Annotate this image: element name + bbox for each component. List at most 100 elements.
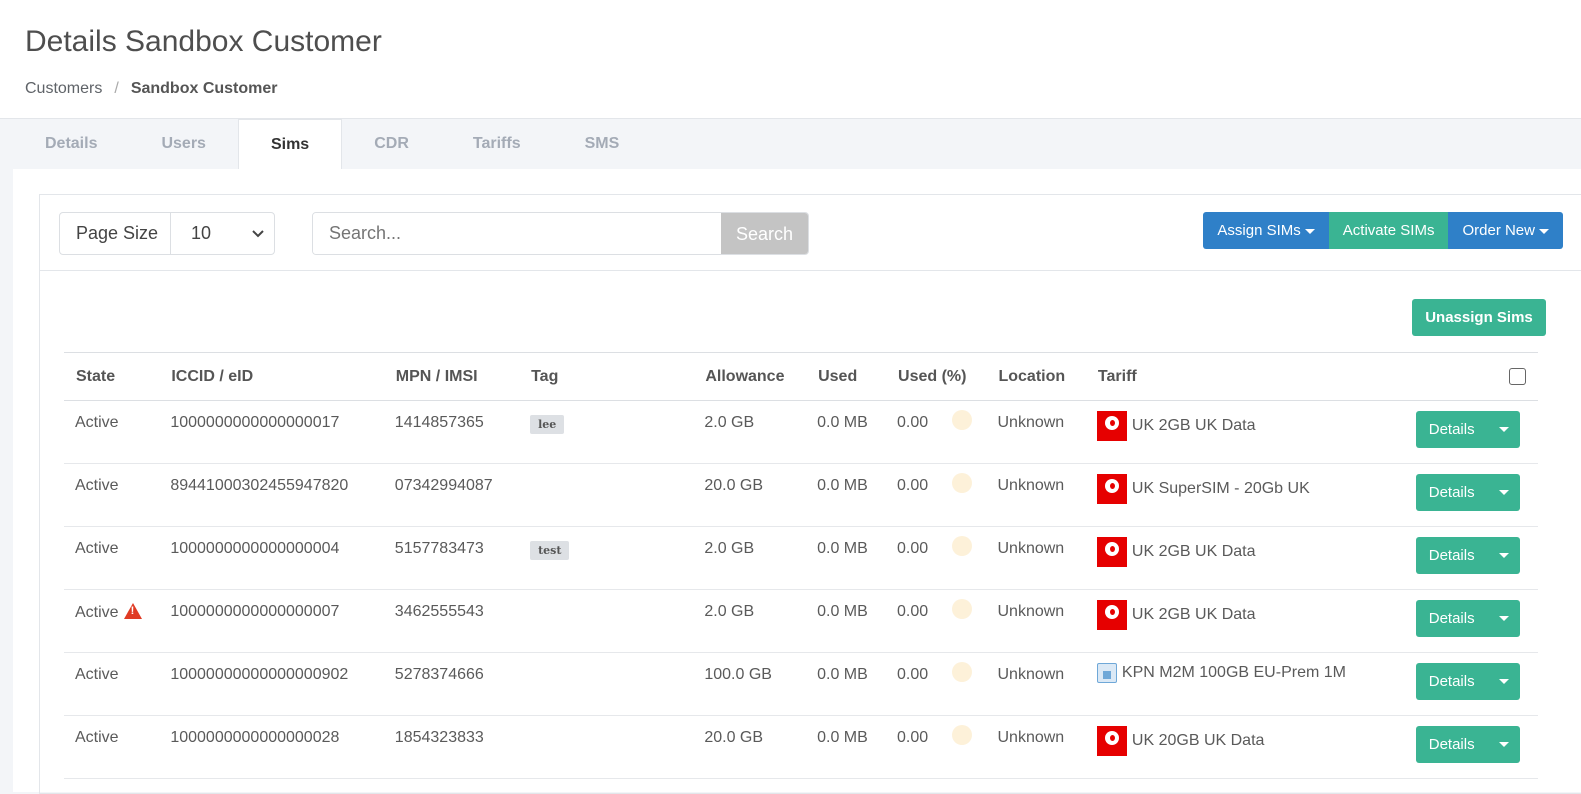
state-cell: Active <box>64 652 160 716</box>
warning-icon <box>123 603 142 619</box>
tab-details[interactable]: Details <box>13 119 129 170</box>
breadcrumb-customers[interactable]: Customers <box>25 80 102 98</box>
tariff-name: UK 2GB UK Data <box>1131 543 1256 560</box>
tag-cell <box>519 463 694 527</box>
details-dropdown-toggle[interactable] <box>1488 474 1520 511</box>
column-header-location[interactable]: Location <box>986 352 1086 401</box>
used-cell: 0.0 MB <box>806 526 887 590</box>
column-header-state[interactable]: State <box>64 352 160 401</box>
page-size-value: 10 <box>191 223 212 243</box>
tariff-cell: UK SuperSIM - 20Gb UK <box>1085 463 1405 527</box>
details-button[interactable]: Details <box>1415 537 1520 574</box>
page-size-select[interactable]: 10 <box>171 213 274 254</box>
select-all-checkbox[interactable] <box>1509 367 1526 385</box>
usage-indicator-icon <box>952 598 973 619</box>
page-size-control: Page Size 10 <box>59 212 275 255</box>
used-pct-value: 0.00 <box>897 729 929 746</box>
column-header-tariff[interactable]: Tariff <box>1085 352 1405 401</box>
tariff-cell: UK 20GB UK Data <box>1085 715 1405 779</box>
sim-actions-group: Assign SIMs Activate SIMs Order New <box>1203 212 1563 249</box>
details-dropdown-toggle[interactable] <box>1488 726 1520 763</box>
tariff-cell: UK 2GB UK Data <box>1085 526 1405 590</box>
actions-cell: Details <box>1404 715 1538 779</box>
allowance-cell: 2.0 GB <box>693 589 807 653</box>
sim-tag[interactable]: lee <box>530 415 565 434</box>
iccid-cell: 89441000302455947820 <box>159 463 384 527</box>
iccid-cell: 1000000000000000017 <box>159 400 384 464</box>
unassign-sims-button[interactable]: Unassign Sims <box>1412 299 1546 336</box>
sim-state: Active <box>75 604 119 621</box>
tab-cdr[interactable]: CDR <box>342 119 441 170</box>
table-row: Active 1000000000000000028 1854323833 20… <box>64 715 1538 779</box>
column-header-tag[interactable]: Tag <box>519 352 694 401</box>
details-button[interactable]: Details <box>1415 411 1520 448</box>
details-dropdown-toggle[interactable] <box>1488 537 1520 574</box>
tariff-cell: UK 2GB UK Data <box>1085 589 1405 653</box>
table-row: Active 89441000302455947820 07342994087 … <box>64 463 1538 527</box>
breadcrumb: Customers / Sandbox Customer <box>25 80 1556 98</box>
search-button[interactable]: Search <box>721 213 808 254</box>
details-dropdown-toggle[interactable] <box>1488 600 1520 637</box>
activate-sims-button[interactable]: Activate SIMs <box>1328 212 1449 249</box>
iccid-cell: 1000000000000000004 <box>159 526 384 590</box>
mpn-cell: 3462555543 <box>383 589 520 653</box>
sim-state: Active <box>75 540 119 557</box>
assign-sims-label: Assign SIMs <box>1217 222 1301 239</box>
column-header-iccid[interactable]: ICCID / eID <box>159 352 384 401</box>
state-cell: Active <box>64 400 160 464</box>
sims-table: State ICCID / eID MPN / IMSI Tag Allowan… <box>64 352 1538 779</box>
used-pct-value: 0.00 <box>897 477 929 494</box>
iccid-cell: 10000000000000000902 <box>159 652 384 716</box>
usage-indicator-icon <box>952 724 973 745</box>
page-header: Details Sandbox Customer Customers / San… <box>0 0 1581 119</box>
table-row: Active 10000000000000000902 5278374666 1… <box>64 652 1538 716</box>
details-button[interactable]: Details <box>1415 600 1520 637</box>
actions-cell: Details <box>1404 589 1538 653</box>
used-cell: 0.0 MB <box>806 400 887 464</box>
column-header-select <box>1404 352 1538 401</box>
sim-state: Active <box>75 414 119 431</box>
tab-tariffs[interactable]: Tariffs <box>441 119 553 170</box>
details-button[interactable]: Details <box>1415 663 1520 700</box>
used-pct-cell: 0.00 <box>886 589 987 653</box>
assign-sims-button[interactable]: Assign SIMs <box>1203 212 1329 249</box>
mpn-cell: 1414857365 <box>383 400 520 464</box>
allowance-cell: 2.0 GB <box>693 400 807 464</box>
actions-cell: Details <box>1404 463 1538 527</box>
state-cell: Active <box>64 526 160 590</box>
column-header-used-pct[interactable]: Used (%) <box>886 352 987 401</box>
mpn-cell: 07342994087 <box>383 463 520 527</box>
details-button[interactable]: Details <box>1415 474 1520 511</box>
sim-state: Active <box>75 666 119 683</box>
tab-users[interactable]: Users <box>129 119 237 170</box>
location-cell: Unknown <box>986 589 1086 653</box>
details-dropdown-toggle[interactable] <box>1488 663 1520 700</box>
used-pct-cell: 0.00 <box>886 715 987 779</box>
column-header-mpn[interactable]: MPN / IMSI <box>383 352 520 401</box>
column-header-allowance[interactable]: Allowance <box>693 352 807 401</box>
mpn-cell: 5157783473 <box>383 526 520 590</box>
page-title: Details Sandbox Customer <box>25 25 382 58</box>
search-input[interactable] <box>313 213 721 254</box>
tab-sms[interactable]: SMS <box>553 119 652 170</box>
used-pct-cell: 0.00 <box>886 463 987 527</box>
details-dropdown-toggle[interactable] <box>1488 411 1520 448</box>
caret-down-icon <box>1304 228 1315 234</box>
mpn-cell: 5278374666 <box>383 652 520 716</box>
table-row: Active 1000000000000000004 5157783473 te… <box>64 526 1538 590</box>
sim-tag[interactable]: test <box>530 541 570 560</box>
chevron-down-icon <box>252 213 264 270</box>
sims-panel-container: Page Size 10 Search Assign SIMs Activate… <box>13 169 1581 794</box>
tab-sims[interactable]: Sims <box>237 119 343 171</box>
table-row: Active 1000000000000000007 3462555543 2.… <box>64 589 1538 653</box>
state-cell: Active <box>64 715 160 779</box>
details-label: Details <box>1428 421 1475 438</box>
tag-cell: lee <box>519 400 694 464</box>
details-button[interactable]: Details <box>1415 726 1520 763</box>
search-group: Search <box>312 212 809 255</box>
column-header-used[interactable]: Used <box>806 352 887 401</box>
kpn-icon <box>1096 663 1117 683</box>
order-new-label: Order New <box>1462 222 1535 239</box>
location-cell: Unknown <box>986 526 1086 590</box>
order-new-button[interactable]: Order New <box>1448 212 1563 249</box>
